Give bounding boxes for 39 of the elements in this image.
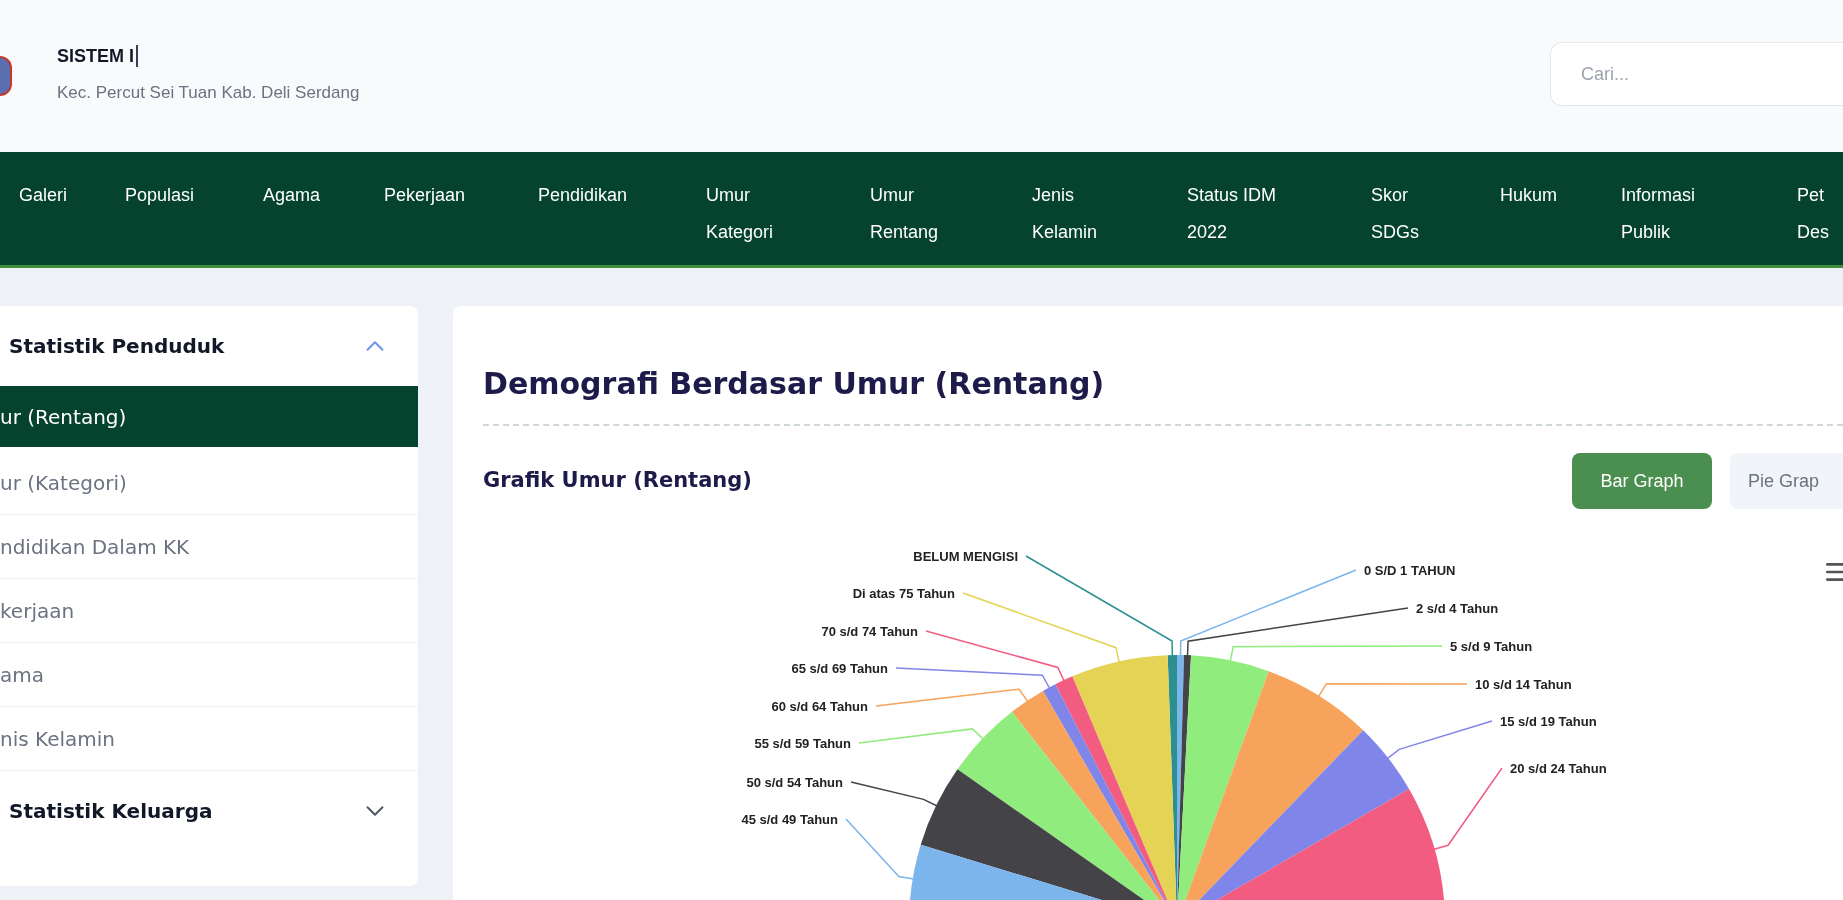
nav-link[interactable]: Hukum [1500, 177, 1557, 214]
nav-link[interactable]: Populasi [125, 177, 195, 214]
nav-link[interactable]: Galeri [19, 177, 67, 214]
nav-link[interactable]: Agama [263, 177, 321, 214]
nav-link[interactable]: Umur Kategori [706, 177, 774, 251]
page-title: Demografi Berdasar Umur (Rentang) [483, 365, 1106, 403]
slice-label: 50 s/d 54 Tahun [746, 775, 843, 790]
view-toggle-button[interactable]: Bar Graph [1572, 453, 1712, 509]
site-title: SISTEM I [57, 44, 134, 68]
site-subtitle: Kec. Percut Sei Tuan Kab. Deli Serdang [57, 81, 360, 104]
slice-label: 45 s/d 49 Tahun [741, 812, 838, 827]
slice-label: 60 s/d 64 Tahun [771, 699, 868, 714]
slice-label: 0 S/D 1 TAHUN [1364, 563, 1456, 578]
slice-label: BELUM MENGISI [913, 549, 1018, 564]
logo-icon [0, 56, 12, 96]
nav-link[interactable]: Informasi Publik [1621, 177, 1696, 251]
section-header[interactable]: Statistik Keluarga [0, 771, 418, 851]
slice-label: 55 s/d 59 Tahun [754, 736, 851, 751]
nav-link[interactable]: Pekerjaan [384, 177, 466, 214]
slice-label: 65 s/d 69 Tahun [791, 661, 888, 676]
nav-link[interactable]: Status IDM 2022 [1187, 177, 1277, 251]
search-field[interactable]: Cari... [1550, 42, 1843, 106]
slice-label: 5 s/d 9 Tahun [1450, 639, 1533, 654]
nav-link[interactable]: Pet Des [1797, 177, 1829, 251]
text-cursor [136, 45, 138, 68]
slice-label: 20 s/d 24 Tahun [1510, 761, 1607, 776]
slice-label: 15 s/d 19 Tahun [1500, 714, 1597, 729]
slice-label: 70 s/d 74 Tahun [821, 624, 918, 639]
chart-title: Grafik Umur (Rentang) [483, 467, 752, 495]
slice-label: 10 s/d 14 Tahun [1475, 677, 1572, 692]
nav-link[interactable]: Pendidikan [538, 177, 628, 214]
view-toggle-button[interactable]: Pie Grap [1730, 453, 1843, 509]
section-header[interactable]: Statistik Penduduk [0, 306, 418, 386]
nav-link[interactable]: Skor SDGs [1371, 177, 1419, 251]
nav-link[interactable]: Umur Rentang [870, 177, 939, 251]
slice-label: Di atas 75 Tahun [852, 586, 955, 601]
nav-link[interactable]: Jenis Kelamin [1032, 177, 1098, 251]
slice-label: 2 s/d 4 Tahun [1416, 601, 1499, 616]
sidebar-item[interactable]: ur (Rentang) [0, 386, 418, 447]
